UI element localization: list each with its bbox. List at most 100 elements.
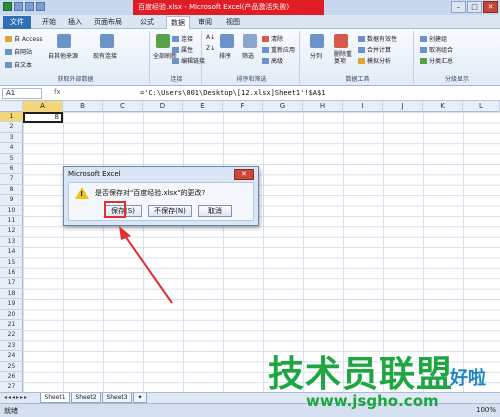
row-header[interactable]: 9	[0, 195, 23, 206]
formula-input[interactable]: ='C:\Users\001\Desktop\[12.xlsx]Sheet1'!…	[140, 88, 325, 98]
text-to-columns-button[interactable]: 分列	[310, 51, 322, 60]
filter-button[interactable]: 筛选	[242, 51, 254, 60]
from-access-button[interactable]: 自 Access	[5, 34, 42, 43]
tab-formulas[interactable]: 公式	[136, 16, 158, 29]
column-header[interactable]: H	[303, 101, 343, 112]
row-header[interactable]: 14	[0, 247, 23, 258]
cancel-button[interactable]: 取消	[198, 205, 232, 217]
row-header[interactable]: 18	[0, 289, 23, 300]
cell-a1[interactable]: 8	[23, 112, 63, 123]
row-header[interactable]: 20	[0, 310, 23, 320]
row-header[interactable]: 17	[0, 278, 23, 289]
column-header[interactable]: G	[263, 101, 303, 112]
sheet-tab-2[interactable]: Sheet2	[71, 393, 101, 403]
column-header[interactable]: E	[183, 101, 223, 112]
reapply-button[interactable]: 重新应用	[262, 45, 295, 54]
row-header[interactable]: 6	[0, 164, 23, 175]
sort-za-icon[interactable]: Z↓	[206, 45, 215, 52]
row-header[interactable]: 24	[0, 351, 23, 362]
advanced-button[interactable]: 高级	[262, 56, 283, 65]
tab-review[interactable]: 审阅	[194, 16, 216, 29]
row-header[interactable]: 1	[0, 112, 23, 123]
tab-view[interactable]: 视图	[222, 16, 244, 29]
column-header[interactable]: F	[223, 101, 263, 112]
properties-button[interactable]: 属性	[172, 45, 193, 54]
tab-insert[interactable]: 插入	[64, 16, 86, 29]
row-header[interactable]: 13	[0, 237, 23, 248]
row-header[interactable]: 8	[0, 185, 23, 196]
from-web-button[interactable]: 自网站	[5, 47, 32, 56]
sort-button[interactable]: 排序	[219, 51, 231, 60]
tab-home[interactable]: 开始	[38, 16, 60, 29]
sheet-tab-1[interactable]: Sheet1	[40, 393, 70, 403]
zoom-level[interactable]: 100%	[476, 406, 496, 414]
from-text-label: 自文本	[14, 62, 33, 69]
row-header[interactable]: 10	[0, 206, 23, 216]
sheet-nav-icon[interactable]: ◂◂◂▸▸▸	[4, 394, 28, 401]
row-header[interactable]: 4	[0, 143, 23, 154]
dont-save-button[interactable]: 不保存(N)	[148, 205, 192, 217]
row-header[interactable]: 11	[0, 216, 23, 227]
other-sources-button[interactable]: 自其他来源	[48, 51, 78, 60]
row-header[interactable]: 23	[0, 341, 23, 352]
sheet-tab-3[interactable]: Sheet3	[102, 393, 132, 403]
column-header[interactable]: L	[463, 101, 500, 112]
column-header[interactable]: D	[143, 101, 183, 112]
tab-page-layout[interactable]: 页面布局	[88, 16, 128, 29]
column-header[interactable]: K	[423, 101, 463, 112]
column-header[interactable]: J	[383, 101, 423, 112]
ungroup-button[interactable]: 取消组合	[420, 45, 453, 54]
tab-file[interactable]: 文件	[3, 16, 31, 29]
what-if-button[interactable]: 模拟分析	[358, 56, 391, 65]
other-sources-icon	[57, 34, 71, 48]
data-validation-label: 数据有效性	[367, 36, 398, 43]
row-header[interactable]: 7	[0, 174, 23, 185]
row-headers: 1 2 3 4 5 6 7 8 9 10 11 12 13 14 15 16 17 18 19 20 21 22 23 24 2…	[0, 112, 23, 393]
redo-icon[interactable]	[36, 2, 45, 11]
data-validation-button[interactable]: 数据有效性	[358, 34, 397, 43]
remove-duplicates-button[interactable]: 删除重复项	[334, 51, 356, 65]
subtotal-button[interactable]: 分类汇总	[420, 56, 453, 65]
row-header[interactable]: 26	[0, 372, 23, 383]
select-all-corner[interactable]	[0, 101, 23, 112]
group-get-external-data: 自 Access 自网站 自文本 自其他来源 现有连接 获取外部数据	[2, 31, 150, 84]
row-header[interactable]: 2	[0, 122, 23, 133]
what-if-label: 模拟分析	[367, 58, 392, 65]
row-header[interactable]: 15	[0, 258, 23, 268]
row-header[interactable]: 3	[0, 133, 23, 144]
row-header[interactable]: 12	[0, 226, 23, 237]
consolidate-button[interactable]: 合并计算	[358, 45, 391, 54]
tab-data[interactable]: 数据	[166, 16, 190, 29]
name-box[interactable]: A1	[2, 88, 42, 99]
row-header[interactable]: 5	[0, 154, 23, 164]
row-header[interactable]: 19	[0, 299, 23, 310]
row-header[interactable]: 25	[0, 362, 23, 372]
edit-links-button[interactable]: 编辑链接	[172, 56, 205, 65]
group-sort-filter: A↓ Z↓ 排序 筛选 清除 重新应用 高级 排序和筛选	[204, 31, 300, 84]
minimize-icon[interactable]: –	[451, 1, 466, 13]
row-header[interactable]: 22	[0, 330, 23, 341]
new-sheet-icon[interactable]: ✦	[133, 393, 147, 403]
sort-az-icon[interactable]: A↓	[206, 34, 215, 41]
column-header[interactable]: B	[63, 101, 103, 112]
existing-connections-icon	[100, 34, 114, 48]
dialog-close-icon[interactable]: ✕	[234, 169, 254, 180]
from-text-button[interactable]: 自文本	[5, 60, 32, 69]
column-header[interactable]: C	[103, 101, 143, 112]
from-access-label: 自 Access	[14, 36, 43, 43]
group-label-get-external: 获取外部数据	[57, 76, 94, 83]
maximize-icon[interactable]: □	[467, 1, 482, 13]
what-if-icon	[358, 58, 365, 64]
clear-button[interactable]: 清除	[262, 34, 283, 43]
fx-icon[interactable]: fx	[54, 88, 131, 99]
group-button[interactable]: 创建组	[420, 34, 447, 43]
connections-button[interactable]: 连接	[172, 34, 193, 43]
existing-connections-button[interactable]: 现有连接	[93, 51, 117, 60]
row-header[interactable]: 16	[0, 268, 23, 279]
undo-icon[interactable]	[25, 2, 34, 11]
column-header[interactable]: A	[23, 101, 63, 112]
save-icon[interactable]	[14, 2, 23, 11]
row-header[interactable]: 21	[0, 320, 23, 331]
close-icon[interactable]: ✕	[483, 1, 498, 13]
column-header[interactable]: I	[343, 101, 383, 112]
